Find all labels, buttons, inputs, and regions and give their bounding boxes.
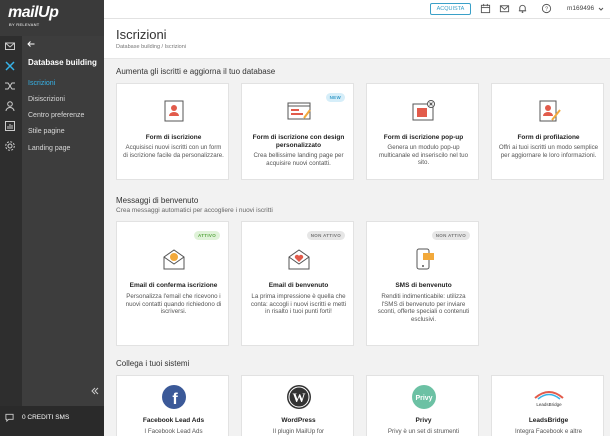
main-content: Iscrizioni Database building / Iscrizion… <box>104 19 610 436</box>
back-arrow-icon[interactable] <box>27 41 35 47</box>
welcome-email-icon <box>288 249 310 270</box>
card-title: Email di benvenuto <box>268 282 329 289</box>
sidebar-title: Database building <box>28 58 97 67</box>
card-description: La prima impressione è quella che conta:… <box>250 293 347 316</box>
collapse-sidebar-icon[interactable] <box>91 387 99 395</box>
section-title: Aumenta gli iscritti e aggiorna il tuo d… <box>116 67 276 76</box>
sidebar-item-centro-preferenze[interactable]: Centro preferenze <box>28 112 84 119</box>
svg-text:?: ? <box>545 7 548 13</box>
card-title: Privy <box>415 417 432 424</box>
card-description: Integra Facebook e altre <box>514 428 583 435</box>
mail-icon[interactable] <box>499 3 510 14</box>
sidebar-item-landing-page[interactable]: Landing page <box>28 145 70 152</box>
logo-subtext: BY RELEVANT <box>9 22 40 27</box>
tools-icon[interactable] <box>4 60 16 72</box>
gear-icon[interactable] <box>4 140 16 152</box>
inactive-badge: NON ATTIVO <box>431 231 470 240</box>
signup-form-icon <box>164 100 184 122</box>
card-title: WordPress <box>281 417 316 424</box>
profiling-form-icon <box>539 100 561 122</box>
card-title: Form di iscrizione con design personaliz… <box>252 134 345 149</box>
card-description: Offri ai tuoi iscritti un modo semplice … <box>498 144 599 159</box>
breadcrumb[interactable]: Database building / Iscrizioni <box>116 44 186 50</box>
card-title: Facebook Lead Ads <box>142 417 205 424</box>
section-subtitle: Crea messaggi automatici per accogliere … <box>116 207 273 214</box>
custom-design-form-icon <box>287 102 311 120</box>
card-title: Form di iscrizione <box>145 134 202 141</box>
card-signup-form[interactable]: Form di iscrizione Acquisisci nuovi iscr… <box>116 83 229 180</box>
logo-text: mailUp <box>8 4 59 21</box>
user-icon[interactable] <box>4 100 16 112</box>
confirmation-email-icon <box>163 249 185 270</box>
svg-text:f: f <box>172 391 178 408</box>
card-popup-form[interactable]: Form di iscrizione pop-up Genera un modu… <box>366 83 479 180</box>
card-welcome-email[interactable]: NON ATTIVO Email di benvenuto La prima i… <box>241 221 354 346</box>
section-title: Collega i tuoi sistemi <box>116 359 190 368</box>
card-description: Crea bellissime landing page per acquisi… <box>253 152 344 167</box>
bell-icon[interactable] <box>517 3 528 14</box>
card-description: Personalizza l'email che ricevono i nuov… <box>125 293 222 316</box>
user-menu[interactable]: m169496 <box>567 5 594 12</box>
active-badge: ATTIVO <box>194 231 220 240</box>
inactive-badge: NON ATTIVO <box>306 231 345 240</box>
mail-icon[interactable] <box>4 40 16 52</box>
card-description: Privy è un set di strumenti <box>387 428 460 435</box>
new-badge: NEW <box>325 93 345 102</box>
section-title: Messaggi di benvenuto <box>116 196 199 205</box>
privy-logo-icon: Privy <box>412 385 436 409</box>
card-description: Acquisisci nuovi iscritti con un form di… <box>123 144 224 159</box>
sms-credits-bar[interactable]: 0 CREDITI SMS <box>0 406 104 436</box>
card-welcome-sms[interactable]: NON ATTIVO SMS di benvenuto Renditi indi… <box>366 221 479 346</box>
card-title: Form di profilazione <box>517 134 580 141</box>
page-header: Iscrizioni Database building / Iscrizion… <box>104 19 610 59</box>
buy-button[interactable]: ACQUISTA <box>430 3 471 15</box>
card-privy[interactable]: Privy Privy Privy è un set di strumenti <box>366 375 479 436</box>
logo[interactable]: mailUp BY RELEVANT <box>0 0 104 36</box>
card-wordpress[interactable]: W WordPress Il plugin MailUp for <box>241 375 354 436</box>
card-description: I Facebook Lead Ads <box>144 428 203 435</box>
chat-icon <box>5 413 14 422</box>
chart-icon[interactable] <box>4 120 16 132</box>
popup-form-icon <box>412 100 435 121</box>
svg-text:LeadsBridge: LeadsBridge <box>536 402 562 407</box>
card-title: Email di conferma iscrizione <box>129 282 218 289</box>
card-description: Renditi indimenticabile: utilizza l'SMS … <box>377 293 470 323</box>
calendar-icon[interactable] <box>480 3 491 14</box>
card-description: Il plugin MailUp for <box>272 428 325 435</box>
card-leadsbridge[interactable]: LeadsBridge LeadsBridge Integra Facebook… <box>491 375 604 436</box>
wordpress-logo-icon: W <box>287 385 311 409</box>
card-title: LeadsBridge <box>528 417 569 424</box>
sidebar: Database building Iscrizioni Disiscrizio… <box>0 36 104 436</box>
leadsbridge-logo-icon: LeadsBridge <box>534 391 564 407</box>
facebook-logo-icon: f <box>162 385 186 409</box>
card-custom-design-form[interactable]: NEW Form di iscrizione con design person… <box>241 83 354 180</box>
shuffle-icon[interactable] <box>4 80 16 92</box>
svg-text:Privy: Privy <box>415 395 432 402</box>
sidebar-item-disiscrizioni[interactable]: Disiscrizioni <box>28 96 65 103</box>
sidebar-item-iscrizioni[interactable]: Iscrizioni <box>28 80 55 87</box>
card-title: Form di iscrizione pop-up <box>383 134 464 141</box>
card-profiling-form[interactable]: Form di profilazione Offri ai tuoi iscri… <box>491 83 604 180</box>
help-icon[interactable]: ? <box>541 3 552 14</box>
card-description: Genera un modulo pop-up multicanale ed i… <box>378 144 469 167</box>
card-title: SMS di benvenuto <box>395 282 452 289</box>
icon-rail <box>0 36 22 436</box>
sidebar-item-stile-pagine[interactable]: Stile pagine <box>28 128 65 135</box>
chevron-down-icon[interactable] <box>598 6 604 12</box>
welcome-sms-icon <box>416 248 434 270</box>
sms-credits-label: 0 CREDITI SMS <box>22 414 70 421</box>
card-confirmation-email[interactable]: ATTIVO Email di conferma iscrizione Pers… <box>116 221 229 346</box>
card-facebook-lead-ads[interactable]: f Facebook Lead Ads I Facebook Lead Ads <box>116 375 229 436</box>
svg-text:W: W <box>293 390 306 405</box>
page-title: Iscrizioni <box>116 27 167 42</box>
